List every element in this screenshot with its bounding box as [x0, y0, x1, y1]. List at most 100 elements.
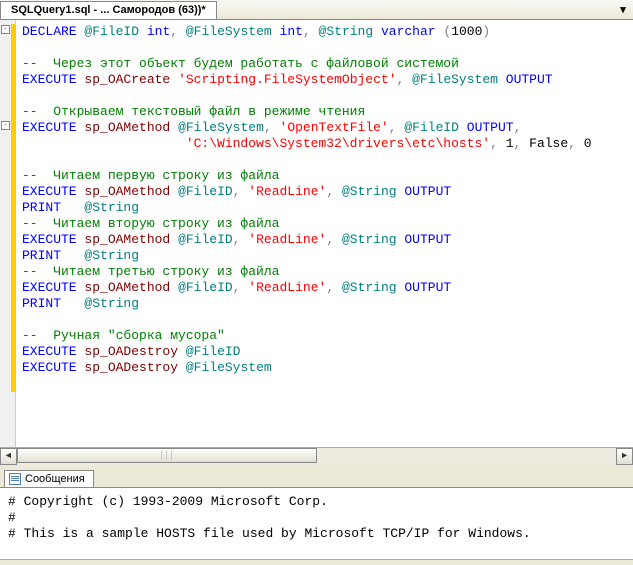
- num: 1000: [451, 24, 482, 39]
- var: @String: [84, 296, 139, 311]
- kw-output: OUTPUT: [404, 232, 451, 247]
- punct: ,: [397, 72, 405, 87]
- punct: ): [482, 24, 490, 39]
- kw-execute: EXECUTE: [22, 184, 77, 199]
- message-line: #: [8, 510, 16, 525]
- proc: sp_OAMethod: [84, 184, 170, 199]
- punct: ,: [514, 136, 522, 151]
- editor-wrap: - - DECLARE @FileID int, @FileSystem int…: [0, 20, 633, 464]
- tab-spacer: [217, 0, 613, 19]
- kw-declare: DECLARE: [22, 24, 77, 39]
- editor-gutter: - -: [0, 20, 16, 447]
- document-tab[interactable]: SQLQuery1.sql - ... Самородов (63))*: [0, 1, 217, 19]
- kw-execute: EXECUTE: [22, 280, 77, 295]
- var: @FileSystem: [186, 360, 272, 375]
- sql-editor[interactable]: - - DECLARE @FileID int, @FileSystem int…: [0, 20, 633, 447]
- punct: ,: [233, 280, 241, 295]
- string: 'ReadLine': [248, 280, 326, 295]
- var: @String: [84, 248, 139, 263]
- punct: ,: [490, 136, 498, 151]
- proc: sp_OAMethod: [84, 280, 170, 295]
- string: 'ReadLine': [248, 184, 326, 199]
- proc: sp_OACreate: [84, 72, 170, 87]
- kw-print: PRINT: [22, 248, 61, 263]
- kw-output: OUTPUT: [404, 184, 451, 199]
- string: 'Scripting.FileSystemObject': [178, 72, 396, 87]
- punct: ,: [264, 120, 272, 135]
- var: @FileID: [178, 280, 233, 295]
- kw-execute: EXECUTE: [22, 72, 77, 87]
- scroll-right-arrow-icon[interactable]: ►: [616, 448, 633, 465]
- string: 'ReadLine': [248, 232, 326, 247]
- proc: sp_OAMethod: [84, 120, 170, 135]
- var: @FileSystem: [412, 72, 498, 87]
- kw-execute: EXECUTE: [22, 360, 77, 375]
- var: @FileID: [178, 184, 233, 199]
- message-line: # Copyright (c) 1993-2009 Microsoft Corp…: [8, 494, 328, 509]
- punct: ,: [326, 184, 334, 199]
- pad: [61, 296, 84, 311]
- punct: ,: [170, 24, 178, 39]
- kw-false: False: [529, 136, 568, 151]
- punct: ,: [233, 232, 241, 247]
- status-footer: [0, 559, 633, 565]
- pad: [61, 248, 84, 263]
- messages-icon: [9, 473, 21, 485]
- num: 1: [506, 136, 514, 151]
- messages-tab[interactable]: Сообщения: [4, 470, 94, 487]
- kw-output: OUTPUT: [467, 120, 514, 135]
- document-tab-bar: SQLQuery1.sql - ... Самородов (63))* ▾: [0, 0, 633, 20]
- punct: ,: [389, 120, 397, 135]
- var-string: @String: [319, 24, 374, 39]
- fold-toggle-icon[interactable]: -: [1, 25, 10, 34]
- kw-execute: EXECUTE: [22, 120, 77, 135]
- kw-output: OUTPUT: [404, 280, 451, 295]
- var: @FileID: [178, 232, 233, 247]
- kw-execute: EXECUTE: [22, 232, 77, 247]
- comment: -- Открываем текстовый файл в режиме чте…: [22, 104, 365, 119]
- var: @FileID: [404, 120, 459, 135]
- horizontal-scrollbar[interactable]: ◄ │││ ►: [0, 447, 633, 464]
- punct: ,: [568, 136, 576, 151]
- message-line: # This is a sample HOSTS file used by Mi…: [8, 526, 531, 541]
- tab-dropdown-icon[interactable]: ▾: [613, 0, 633, 19]
- scroll-thumb[interactable]: │││: [17, 448, 317, 463]
- messages-tab-bar: Сообщения: [0, 465, 633, 487]
- comment: -- Читаем вторую строку из файла: [22, 216, 279, 231]
- pad: [22, 136, 186, 151]
- messages-panel: Сообщения # Copyright (c) 1993-2009 Micr…: [0, 464, 633, 559]
- kw-print: PRINT: [22, 200, 61, 215]
- comment: -- Через этот объект будем работать с фа…: [22, 56, 459, 71]
- string: 'OpenTextFile': [280, 120, 389, 135]
- kw-int: int: [280, 24, 303, 39]
- var: @String: [342, 184, 397, 199]
- var: @String: [342, 232, 397, 247]
- string: 'C:\Windows\System32\drivers\etc\hosts': [186, 136, 490, 151]
- kw-varchar: varchar: [381, 24, 436, 39]
- fold-toggle-icon[interactable]: -: [1, 121, 10, 130]
- kw-execute: EXECUTE: [22, 344, 77, 359]
- proc: sp_OADestroy: [84, 360, 178, 375]
- scroll-left-arrow-icon[interactable]: ◄: [0, 448, 17, 465]
- punct: ,: [326, 232, 334, 247]
- comment: -- Ручная "сборка мусора": [22, 328, 225, 343]
- kw-print: PRINT: [22, 296, 61, 311]
- code-area[interactable]: DECLARE @FileID int, @FileSystem int, @S…: [16, 20, 633, 447]
- var: @String: [342, 280, 397, 295]
- punct: ,: [514, 120, 522, 135]
- punct: ,: [303, 24, 311, 39]
- num: 0: [584, 136, 592, 151]
- proc: sp_OADestroy: [84, 344, 178, 359]
- var-fileid: @FileID: [84, 24, 139, 39]
- change-marker: [11, 120, 16, 392]
- kw-int: int: [147, 24, 170, 39]
- pad: [61, 200, 84, 215]
- punct: ,: [233, 184, 241, 199]
- comment: -- Читаем первую строку из файла: [22, 168, 279, 183]
- var-filesystem: @FileSystem: [186, 24, 272, 39]
- var: @FileID: [186, 344, 241, 359]
- messages-output[interactable]: # Copyright (c) 1993-2009 Microsoft Corp…: [0, 487, 633, 559]
- messages-tab-label: Сообщения: [25, 473, 85, 485]
- var: @String: [84, 200, 139, 215]
- scroll-track[interactable]: │││: [17, 448, 616, 465]
